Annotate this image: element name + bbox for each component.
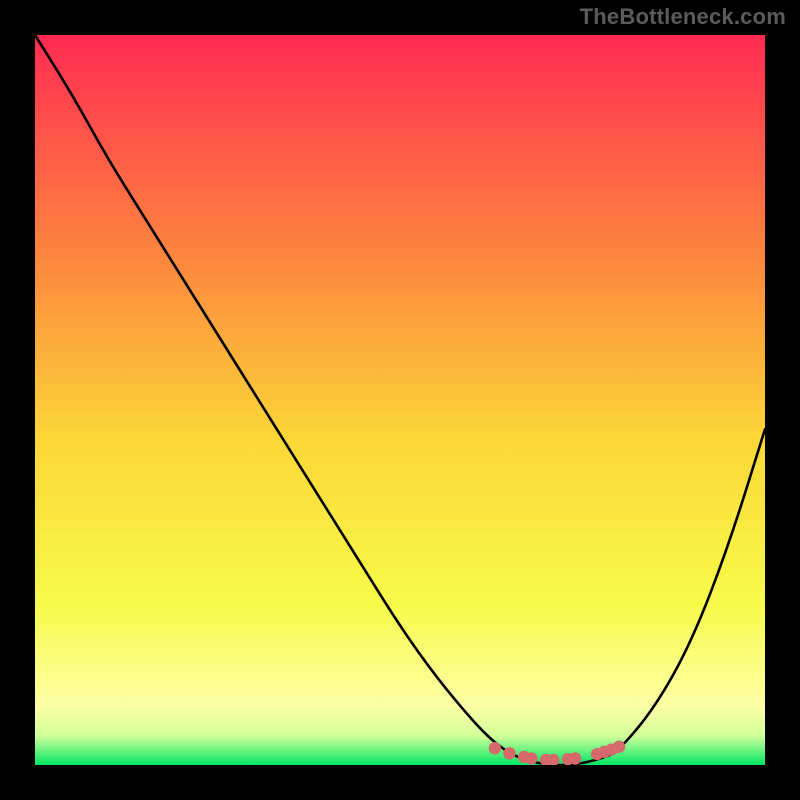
- optimal-marker: [525, 752, 537, 764]
- optimal-marker: [569, 752, 581, 764]
- chart-frame: TheBottleneck.com: [0, 0, 800, 800]
- gradient-background: [35, 35, 765, 765]
- bottleneck-chart: [35, 35, 765, 765]
- optimal-marker: [489, 742, 501, 754]
- plot-area: [35, 35, 765, 765]
- optimal-marker: [503, 747, 515, 759]
- watermark-text: TheBottleneck.com: [580, 4, 786, 30]
- optimal-marker: [613, 741, 625, 753]
